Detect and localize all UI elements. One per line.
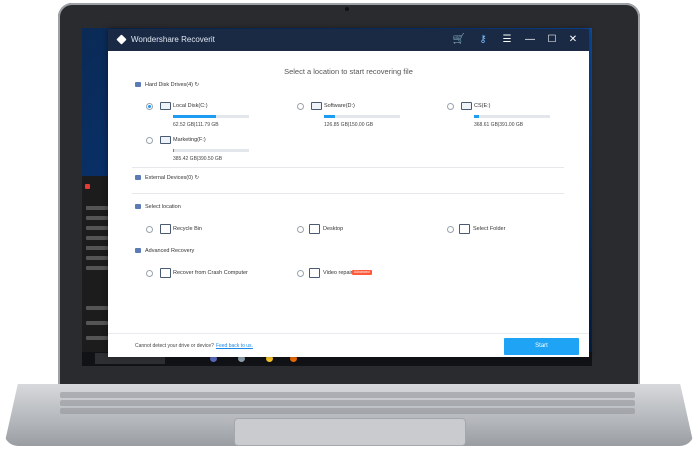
- divider: [132, 193, 564, 194]
- drive-f-name[interactable]: Marketing(F:): [173, 137, 206, 143]
- video-repair-radio[interactable]: [297, 270, 304, 277]
- drive-c-usage-bar: [173, 115, 249, 118]
- start-menu-item: [86, 266, 108, 270]
- drive-f-radio[interactable]: [146, 137, 153, 144]
- advanced-section-title: Advanced Recovery: [135, 248, 194, 254]
- key-row: [60, 400, 635, 406]
- recycle-bin-icon: [160, 224, 171, 234]
- maximize-button[interactable]: ☐: [545, 33, 559, 47]
- desktop-label[interactable]: Desktop: [323, 226, 343, 232]
- folder-icon: [459, 224, 470, 234]
- crash-computer-radio[interactable]: [146, 270, 153, 277]
- select-location-label: Select location: [145, 204, 181, 210]
- advanced-badge: Advanced: [352, 270, 372, 275]
- title-bar: Wondershare Recoverit 🛒 ⚷ ☰ — ☐ ✕: [108, 29, 589, 51]
- start-button[interactable]: Start: [504, 338, 579, 355]
- start-menu-item: [86, 206, 108, 210]
- key-icon[interactable]: ⚷: [476, 33, 490, 47]
- minimize-button[interactable]: —: [523, 33, 537, 47]
- refresh-icon[interactable]: ↻: [195, 82, 200, 88]
- drive-e-size: 368.61 GB|391.00 GB: [474, 122, 524, 128]
- external-section-title: External Devices(0) ↻: [135, 175, 199, 181]
- app-title: Wondershare Recoverit: [131, 35, 215, 44]
- start-menu-item: [86, 321, 108, 325]
- menu-icon[interactable]: ☰: [500, 33, 514, 47]
- drive-d-name[interactable]: Software(D:): [324, 103, 355, 109]
- recycle-bin-label[interactable]: Recycle Bin: [173, 226, 202, 232]
- drive-f-size: 385.42 GB|390.50 GB: [173, 156, 223, 162]
- refresh-icon[interactable]: ↻: [195, 175, 200, 181]
- touchpad: [234, 418, 466, 446]
- start-menu-item: [86, 226, 108, 230]
- drive-d-usage-bar: [324, 115, 400, 118]
- footer-message: Cannot detect your drive or device?: [135, 343, 214, 349]
- external-device-icon: [135, 175, 141, 181]
- crash-computer-label[interactable]: Recover from Crash Computer: [173, 270, 248, 276]
- start-menu-item: [86, 306, 108, 310]
- external-label: External Devices(0): [145, 175, 193, 181]
- drive-d-size: 126.85 GB|150.00 GB: [324, 122, 374, 128]
- desktop-icon: [309, 224, 320, 234]
- feedback-link[interactable]: Feed back to us.: [216, 343, 253, 349]
- drive-f-usage-bar: [173, 149, 249, 152]
- crash-computer-icon: [160, 268, 171, 278]
- hard-disk-section-title: Hard Disk Drives(4) ↻: [135, 82, 199, 88]
- drive-c-radio[interactable]: [146, 103, 153, 110]
- key-row: [60, 408, 635, 414]
- drive-icon: [311, 102, 322, 110]
- drive-c-size: 62.52 GB|111.79 GB: [173, 122, 219, 128]
- hard-disk-icon: [135, 82, 141, 88]
- drive-c-name[interactable]: Local Disk(C:): [173, 103, 208, 109]
- hard-disk-label: Hard Disk Drives(4): [145, 82, 193, 88]
- drive-e-name[interactable]: CS(E:): [474, 103, 491, 109]
- footer-text: Cannot detect your drive or device? Feed …: [135, 343, 253, 349]
- start-menu-item: [86, 336, 108, 340]
- start-menu-item: [86, 246, 108, 250]
- drive-icon: [160, 136, 171, 144]
- divider: [132, 167, 564, 168]
- drive-e-radio[interactable]: [447, 103, 454, 110]
- page-heading: Select a location to start recovering fi…: [284, 67, 413, 76]
- video-repair-label[interactable]: Video repair: [323, 270, 353, 276]
- drive-icon: [461, 102, 472, 110]
- cart-icon[interactable]: 🛒: [452, 33, 466, 47]
- start-menu-item: [86, 216, 108, 220]
- advanced-recovery-icon: [135, 248, 141, 254]
- desktop-radio[interactable]: [297, 226, 304, 233]
- location-icon: [135, 204, 141, 210]
- select-folder-label[interactable]: Select Folder: [473, 226, 505, 232]
- start-menu-item: [86, 256, 108, 260]
- start-menu-app-icon: [85, 184, 90, 189]
- recoverit-logo-icon: [116, 34, 127, 45]
- drive-e-usage-bar: [474, 115, 550, 118]
- webcam: [345, 7, 349, 11]
- footer-bar: Cannot detect your drive or device? Feed …: [108, 333, 589, 357]
- advanced-label: Advanced Recovery: [145, 248, 195, 254]
- start-menu-item: [86, 236, 108, 240]
- select-location-section-title: Select location: [135, 204, 181, 210]
- close-button[interactable]: ✕: [566, 33, 580, 47]
- select-folder-radio[interactable]: [447, 226, 454, 233]
- video-repair-icon: [309, 268, 320, 278]
- key-row: [60, 392, 635, 398]
- drive-d-radio[interactable]: [297, 103, 304, 110]
- drive-icon: [160, 102, 171, 110]
- recycle-bin-radio[interactable]: [146, 226, 153, 233]
- recoverit-window: Wondershare Recoverit 🛒 ⚷ ☰ — ☐ ✕ Select…: [108, 29, 589, 357]
